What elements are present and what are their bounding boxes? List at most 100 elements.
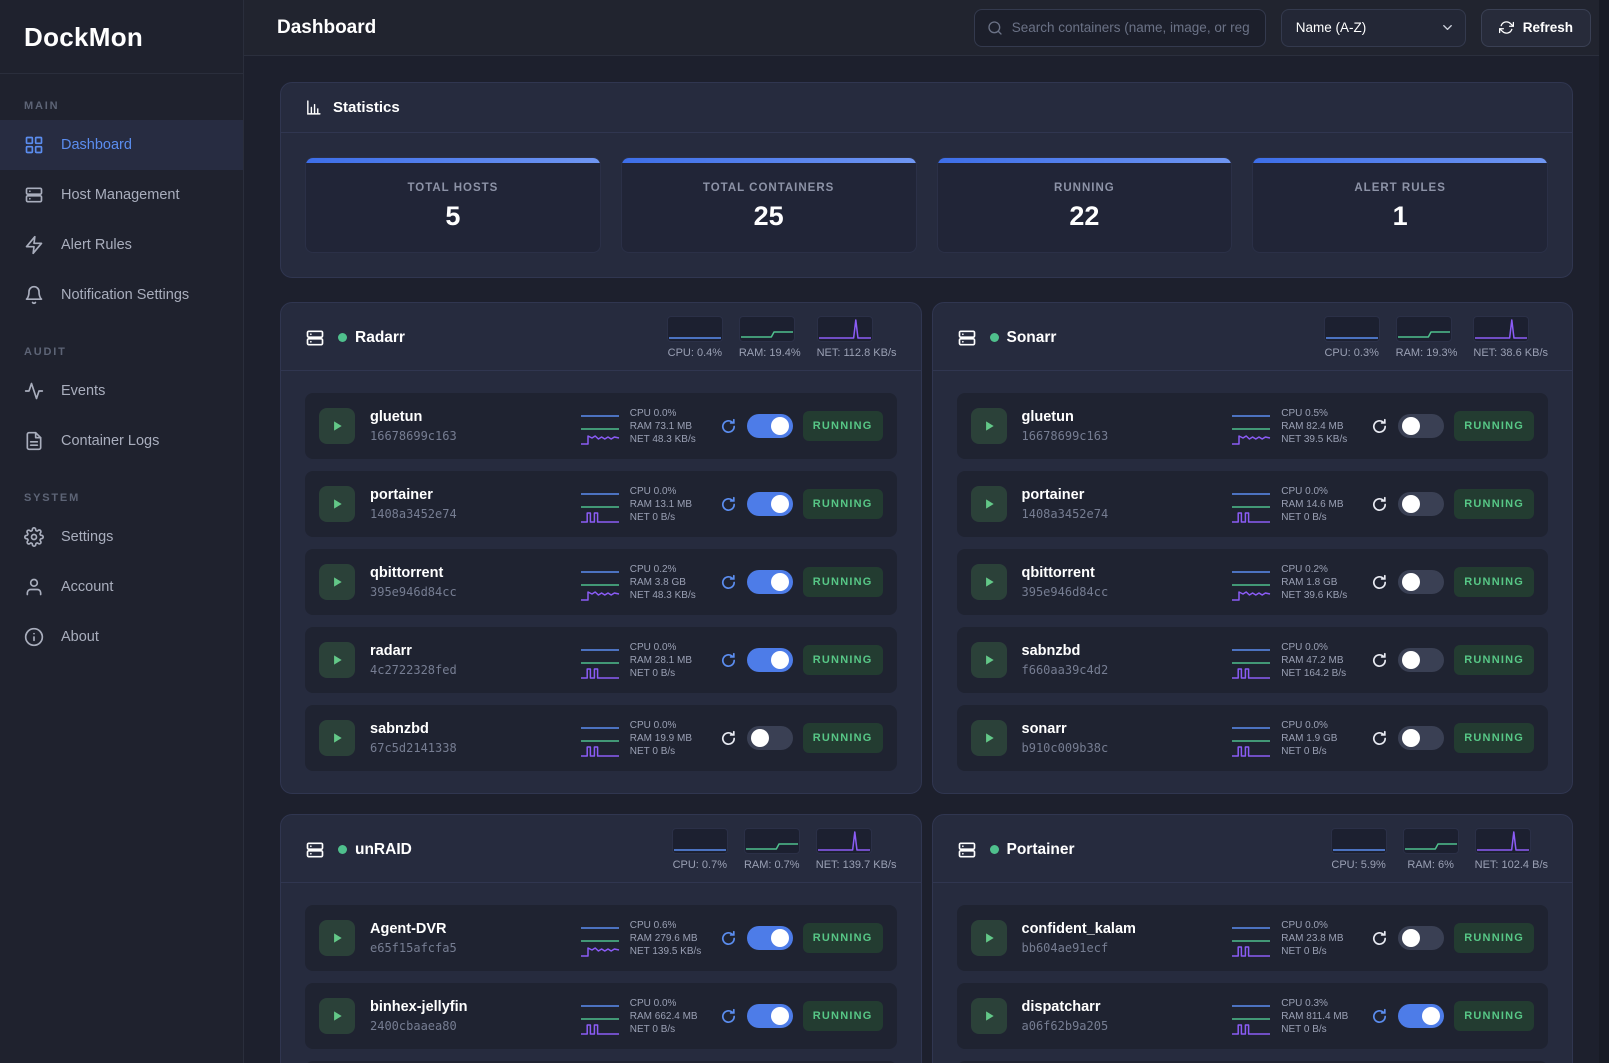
container-net: NET 0 B/s (1281, 511, 1361, 524)
stat-card-value: 1 (1253, 201, 1547, 232)
host-card-unraid: unRAID CPU: 0.7% RAM: 0.7% NET: 139.7 KB… (280, 814, 922, 1063)
start-container-button[interactable] (971, 642, 1007, 678)
host-card-sonarr: Sonarr CPU: 0.3% RAM: 19.3% NET: 38.6 KB… (932, 302, 1574, 794)
start-container-button[interactable] (971, 920, 1007, 956)
host-cpu-mini: CPU: 0.4% (667, 316, 723, 359)
container-cpu: CPU 0.0% (1281, 641, 1361, 654)
host-ram-chart (1403, 828, 1459, 854)
container-sparklines (580, 919, 620, 957)
auto-restart-toggle[interactable] (747, 726, 793, 750)
auto-restart-toggle[interactable] (747, 570, 793, 594)
container-info: confident_kalam bb604ae91ecf (1022, 921, 1136, 955)
sidebar-item-container-logs[interactable]: Container Logs (0, 416, 243, 466)
toggle-knob (771, 573, 789, 591)
start-container-button[interactable] (971, 408, 1007, 444)
container-controls: CPU 0.0% RAM 47.2 MB NET 164.2 B/s RUNNI… (1231, 641, 1534, 680)
start-container-button[interactable] (971, 486, 1007, 522)
start-container-button[interactable] (971, 564, 1007, 600)
start-container-button[interactable] (319, 642, 355, 678)
start-container-button[interactable] (319, 720, 355, 756)
host-header: unRAID CPU: 0.7% RAM: 0.7% NET: 139.7 KB… (281, 815, 921, 883)
restart-icon[interactable] (1371, 496, 1388, 513)
sidebar-item-notification-settings[interactable]: Notification Settings (0, 270, 243, 320)
sidebar-item-host-management[interactable]: Host Management (0, 170, 243, 220)
stat-card-accent-bar (306, 158, 600, 163)
container-name: sabnzbd (1022, 643, 1109, 659)
sidebar-item-dashboard[interactable]: Dashboard (0, 120, 243, 170)
search-box[interactable] (974, 9, 1266, 47)
container-cpu: CPU 0.0% (630, 997, 710, 1010)
scrollbar[interactable] (1599, 0, 1609, 1063)
host-net-mini: NET: 139.7 KB/s (816, 828, 897, 871)
restart-icon[interactable] (720, 930, 737, 947)
auto-restart-toggle[interactable] (1398, 726, 1444, 750)
restart-icon[interactable] (720, 574, 737, 591)
container-sparklines (1231, 719, 1271, 757)
restart-icon[interactable] (720, 418, 737, 435)
container-sparklines (580, 485, 620, 523)
auto-restart-toggle[interactable] (747, 492, 793, 516)
container-ram: RAM 73.1 MB (630, 420, 710, 433)
sidebar-item-about[interactable]: About (0, 612, 243, 662)
auto-restart-toggle[interactable] (747, 1004, 793, 1028)
host-container-list: gluetun 16678699c163 CPU 0.0% RAM 73.1 M… (281, 371, 921, 793)
auto-restart-toggle[interactable] (1398, 570, 1444, 594)
start-container-button[interactable] (319, 564, 355, 600)
container-row: sabnzbd 67c5d2141338 CPU 0.0% RAM 19.9 M… (305, 705, 897, 771)
container-id: bb604ae91ecf (1022, 941, 1136, 955)
start-container-button[interactable] (319, 920, 355, 956)
sidebar-section-label: SYSTEM (0, 466, 243, 512)
container-info: binhex-jellyfin 2400cbaaea80 (370, 999, 468, 1033)
host-net-chart (816, 828, 872, 854)
auto-restart-toggle[interactable] (1398, 492, 1444, 516)
play-icon (982, 497, 996, 511)
auto-restart-toggle[interactable] (1398, 926, 1444, 950)
restart-icon[interactable] (720, 652, 737, 669)
restart-icon[interactable] (1371, 418, 1388, 435)
container-net: NET 0 B/s (1281, 945, 1361, 958)
container-controls: CPU 0.0% RAM 73.1 MB NET 48.3 KB/s RUNNI… (580, 407, 883, 446)
sidebar-item-events[interactable]: Events (0, 366, 243, 416)
stat-card-label: ALERT RULES (1253, 182, 1547, 194)
sidebar-item-label: Alert Rules (61, 237, 132, 253)
restart-icon[interactable] (720, 1008, 737, 1025)
restart-icon[interactable] (720, 730, 737, 747)
start-container-button[interactable] (319, 486, 355, 522)
start-container-button[interactable] (971, 720, 1007, 756)
start-container-button[interactable] (319, 408, 355, 444)
play-icon (330, 575, 344, 589)
host-ram-label: RAM: 0.7% (744, 859, 800, 871)
restart-icon[interactable] (1371, 730, 1388, 747)
restart-icon[interactable] (1371, 652, 1388, 669)
search-input[interactable] (1012, 20, 1253, 35)
start-container-button[interactable] (319, 998, 355, 1034)
stat-card-accent-bar (938, 158, 1232, 163)
restart-icon[interactable] (1371, 930, 1388, 947)
auto-restart-toggle[interactable] (1398, 414, 1444, 438)
sidebar-item-settings[interactable]: Settings (0, 512, 243, 562)
sidebar-item-account[interactable]: Account (0, 562, 243, 612)
auto-restart-toggle[interactable] (747, 414, 793, 438)
auto-restart-toggle[interactable] (1398, 648, 1444, 672)
container-controls: CPU 0.0% RAM 13.1 MB NET 0 B/s RUNNING (580, 485, 883, 524)
container-name: Agent-DVR (370, 921, 457, 937)
sort-select[interactable]: Name (A-Z) (1281, 9, 1466, 47)
restart-icon[interactable] (1371, 574, 1388, 591)
host-net-mini: NET: 38.6 KB/s (1473, 316, 1548, 359)
auto-restart-toggle[interactable] (747, 648, 793, 672)
search-icon (987, 20, 1003, 36)
start-container-button[interactable] (971, 998, 1007, 1034)
container-info: radarr 4c2722328fed (370, 643, 457, 677)
toggle-knob (771, 417, 789, 435)
refresh-button[interactable]: Refresh (1481, 9, 1591, 47)
auto-restart-toggle[interactable] (747, 926, 793, 950)
container-id: a06f62b9a205 (1022, 1019, 1109, 1033)
play-icon (982, 731, 996, 745)
sidebar-item-alert-rules[interactable]: Alert Rules (0, 220, 243, 270)
restart-icon[interactable] (720, 496, 737, 513)
host-online-dot (990, 333, 999, 342)
container-stats: CPU 0.0% RAM 662.4 MB NET 0 B/s (630, 997, 710, 1036)
restart-icon[interactable] (1371, 1008, 1388, 1025)
auto-restart-toggle[interactable] (1398, 1004, 1444, 1028)
container-controls: CPU 0.3% RAM 811.4 MB NET 0 B/s RUNNING (1231, 997, 1534, 1036)
